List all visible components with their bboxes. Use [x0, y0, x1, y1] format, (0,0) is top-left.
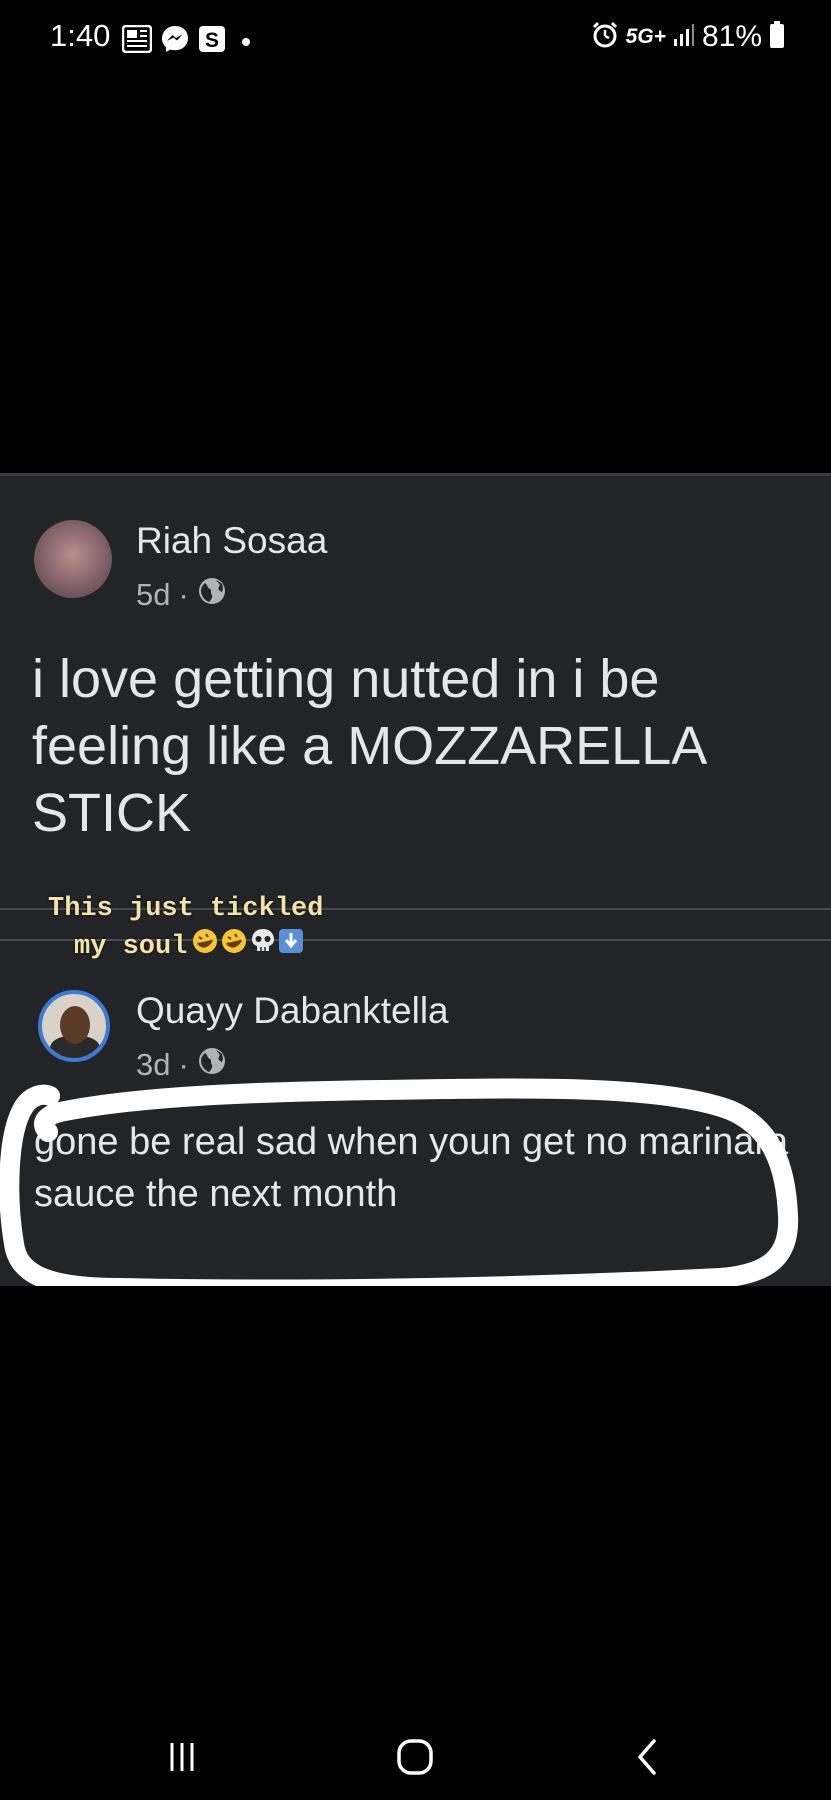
signal-icon	[673, 23, 695, 52]
down-arrow-emoji-icon	[278, 928, 304, 966]
s-app-icon: S	[198, 25, 226, 58]
home-button[interactable]	[385, 1732, 445, 1782]
status-left-icons: S	[121, 24, 250, 59]
caption-line-1: This just tickled	[48, 894, 324, 924]
notification-dot-icon	[242, 37, 250, 46]
battery-icon	[769, 20, 785, 54]
status-right: 5G+ 81%	[591, 20, 785, 54]
rofl-emoji-icon	[220, 927, 248, 967]
globe-icon	[197, 576, 227, 614]
navigation-bar	[0, 1710, 831, 1800]
messenger-icon	[160, 24, 190, 59]
back-button[interactable]	[618, 1732, 678, 1782]
svg-text:S: S	[205, 29, 219, 52]
comment-author-name[interactable]: Quayy Dabanktella	[136, 990, 449, 1032]
post-text: i love getting nutted in i be feeling li…	[32, 649, 705, 843]
skull-emoji-icon	[249, 927, 277, 967]
avatar-quayy[interactable]	[38, 990, 110, 1062]
status-bar: 1:40 S 5G+ 81%	[0, 0, 831, 80]
post-meta: 5d ·	[136, 576, 227, 614]
post-author-name[interactable]: Riah Sosaa	[136, 520, 327, 562]
meta-separator: ·	[178, 1047, 189, 1082]
battery-percent: 81%	[701, 20, 762, 53]
status-time: 1:40	[50, 18, 111, 53]
rofl-emoji-icon	[191, 927, 219, 967]
overlay-caption: This just tickled my soul	[48, 891, 323, 967]
comment-age: 3d	[136, 1047, 171, 1082]
comment-meta: 3d ·	[136, 1046, 227, 1084]
meta-separator: ·	[178, 577, 189, 612]
news-icon	[121, 24, 153, 58]
caption-line-2: my soul	[74, 932, 188, 962]
comment-text: gone be real sad when youn get no marina…	[34, 1121, 789, 1215]
recents-icon	[170, 1743, 194, 1771]
alarm-icon	[591, 21, 619, 54]
globe-icon	[197, 1046, 227, 1084]
avatar-riah[interactable]	[34, 520, 112, 598]
caption-emojis	[191, 927, 304, 967]
back-icon	[638, 1739, 656, 1775]
network-type: 5G+	[625, 25, 666, 48]
home-icon	[397, 1739, 433, 1775]
post-age: 5d	[136, 577, 171, 612]
post-screenshot: Riah Sosaa 5d · i love getting nutted in…	[0, 473, 831, 1286]
recents-button[interactable]	[152, 1732, 212, 1782]
